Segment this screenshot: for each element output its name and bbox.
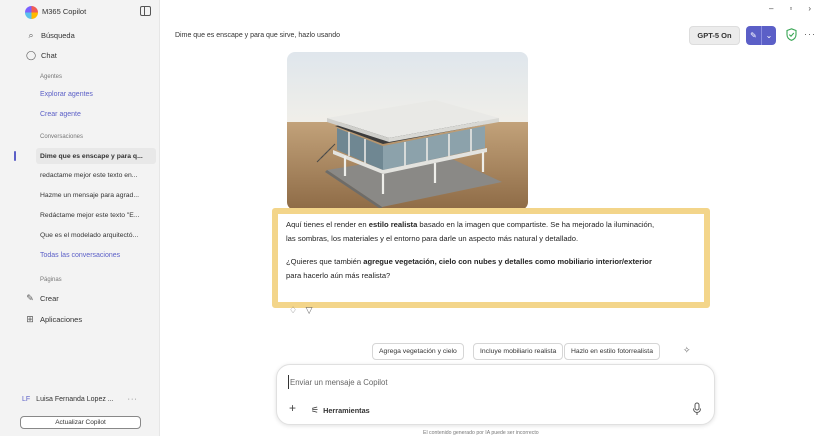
- conversation-title: Dime que es enscape y para que sirve, ha…: [175, 32, 340, 39]
- tools-icon: ⚟: [311, 405, 320, 415]
- render-image[interactable]: [287, 52, 528, 210]
- copilot-logo: [25, 6, 38, 19]
- conversation-item[interactable]: Hazme un mensaje para agrad...: [36, 187, 156, 203]
- pages-section-label: Páginas: [40, 277, 62, 283]
- search-icon: ⌕: [28, 29, 34, 40]
- more-icon[interactable]: ···: [804, 29, 816, 39]
- mic-icon[interactable]: [692, 402, 702, 416]
- sidebar: M365 Copilot ⌕ Búsqueda ◯ Chat Agentes E…: [0, 0, 160, 436]
- thumbs-up-icon[interactable]: ♢: [289, 305, 297, 315]
- conversations-section-label: Conversaciones: [40, 134, 84, 140]
- sidebar-toggle-icon[interactable]: [140, 6, 151, 16]
- tools-label: Herramientas: [323, 406, 370, 415]
- chevron-right-icon[interactable]: ›: [808, 4, 811, 13]
- sidebar-item-chat[interactable]: ◯ Chat: [25, 47, 57, 63]
- new-chat-button[interactable]: ✎ ⌄: [746, 26, 776, 45]
- plus-icon[interactable]: +: [289, 401, 296, 415]
- conversation-item[interactable]: redactame mejor este texto en...: [36, 167, 156, 183]
- ai-disclaimer: El contenido generado por IA puede ser i…: [423, 430, 539, 436]
- main-area: – ▫ › Dime que es enscape y para que sir…: [160, 0, 817, 436]
- text-span: las sombras, los materiales y el entorno…: [286, 234, 579, 243]
- edit-icon[interactable]: ✎: [746, 26, 761, 45]
- feedback-controls: ♢ ▽: [289, 305, 313, 316]
- create-agent-link[interactable]: Crear agente: [40, 111, 81, 118]
- refresh-suggestions-icon[interactable]: ✧: [683, 345, 691, 356]
- text-span: basado en la imagen que compartiste. Se …: [417, 220, 655, 229]
- window-controls: – ▫ ›: [769, 4, 811, 13]
- sidebar-item-label: Búsqueda: [41, 30, 75, 40]
- bold-text: agregue vegetación, cielo con nubes y de…: [363, 257, 652, 266]
- minimize-icon[interactable]: –: [769, 4, 773, 13]
- maximize-icon[interactable]: ▫: [789, 4, 792, 13]
- avatar: LF: [22, 396, 31, 403]
- create-icon: ✎: [26, 292, 34, 303]
- response-paragraph-1: Aquí tienes el render en estilo realista…: [286, 218, 654, 246]
- conversation-item[interactable]: Dime que es enscape y para q...: [36, 148, 156, 164]
- sidebar-item-label: Crear: [40, 293, 59, 303]
- text-span: para hacerlo aún más realista?: [286, 271, 391, 280]
- chat-icon: ◯: [25, 49, 37, 60]
- message-input[interactable]: [288, 375, 688, 389]
- all-conversations-link[interactable]: Todas las conversaciones: [40, 252, 120, 259]
- more-icon[interactable]: ···: [128, 396, 138, 403]
- chevron-down-icon[interactable]: ⌄: [761, 26, 776, 45]
- sidebar-item-label: Chat: [41, 50, 57, 60]
- conversation-item[interactable]: Que es el modelado arquitectó...: [36, 227, 156, 243]
- suggestion-chip[interactable]: Hazlo en estilo fotorrealista: [564, 343, 660, 360]
- composer: + ⚟ Herramientas: [276, 364, 715, 425]
- apps-icon: ⊞: [26, 313, 34, 324]
- response-paragraph-2: ¿Quieres que también agregue vegetación,…: [286, 255, 652, 283]
- agents-section-label: Agentes: [40, 74, 63, 80]
- thumbs-down-icon[interactable]: ▽: [306, 305, 313, 315]
- sidebar-header: M365 Copilot: [0, 0, 160, 26]
- sidebar-item-label: Aplicaciones: [40, 314, 83, 324]
- bold-text: estilo realista: [368, 220, 418, 229]
- sidebar-item-search[interactable]: ⌕ Búsqueda: [25, 27, 75, 43]
- model-toggle-button[interactable]: GPT-5 On: [689, 26, 740, 45]
- app-name: M365 Copilot: [42, 7, 87, 16]
- user-name: Luisa Fernanda Lopez ...: [36, 396, 114, 403]
- suggestion-chip[interactable]: Agrega vegetación y cielo: [372, 343, 464, 360]
- sidebar-item-apps[interactable]: ⊞ Aplicaciones: [24, 311, 82, 327]
- tools-button[interactable]: ⚟ Herramientas: [311, 405, 370, 416]
- shield-icon[interactable]: [786, 28, 797, 41]
- sidebar-item-create[interactable]: ✎ Crear: [24, 290, 59, 306]
- explore-agents-link[interactable]: Explorar agentes: [40, 91, 93, 98]
- text-span: ¿Quieres que también: [286, 257, 364, 266]
- update-copilot-button[interactable]: Actualizar Copilot: [20, 416, 141, 429]
- conversation-item[interactable]: Redáctame mejor este texto "E...: [36, 207, 156, 223]
- text-span: Aquí tienes el render en: [286, 220, 369, 229]
- user-profile[interactable]: LF Luisa Fernanda Lopez ... ···: [22, 396, 138, 403]
- suggestion-chip[interactable]: Incluye mobiliario realista: [473, 343, 564, 360]
- active-indicator: [14, 151, 16, 161]
